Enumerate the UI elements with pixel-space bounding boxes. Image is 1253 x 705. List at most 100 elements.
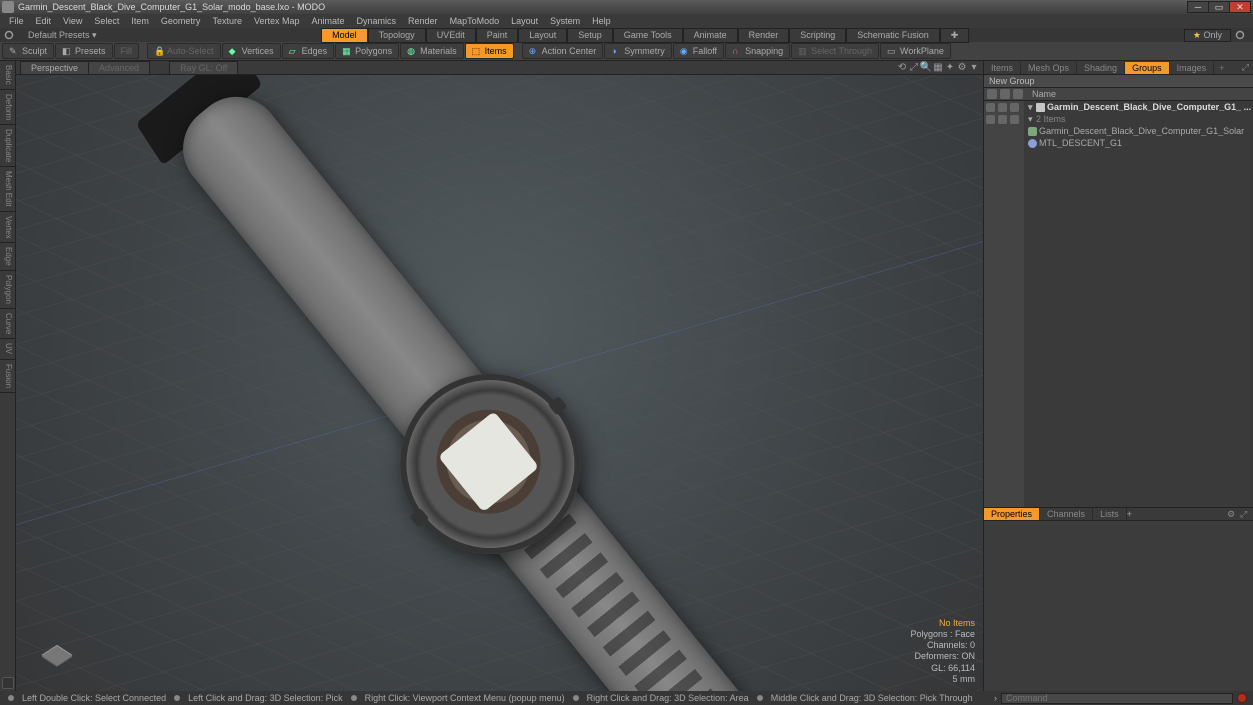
sculpt-button[interactable]: ✎Sculpt [2,43,54,59]
eye-icon[interactable] [986,103,995,112]
vp-icon-1[interactable]: ⟲ [897,63,907,73]
lefttab-uv[interactable]: UV [0,339,15,359]
layout-tab-scripting[interactable]: Scripting [789,28,846,43]
circle-icon[interactable] [1010,103,1019,112]
btab-channels[interactable]: Channels [1040,508,1093,520]
rtab-images[interactable]: Images [1170,62,1215,74]
layout-tab-gametools[interactable]: Game Tools [613,28,683,43]
fill-button[interactable]: Fill [114,43,140,59]
eye-icon[interactable] [986,115,995,124]
layout-tab-uvedit[interactable]: UVEdit [426,28,476,43]
rtab-add[interactable]: + [1214,63,1229,73]
eye-header-icon[interactable] [987,89,997,99]
gear-icon[interactable] [4,30,14,40]
vp-icon-5[interactable]: ✦ [945,63,955,73]
lefttab-basic[interactable]: Basic [0,61,15,90]
rtab-shading[interactable]: Shading [1077,62,1125,74]
only-toggle[interactable]: ★ Only [1184,29,1231,42]
circle-icon[interactable] [1010,115,1019,124]
btab-properties[interactable]: Properties [984,508,1040,520]
axis-gizmo[interactable] [34,633,80,679]
menu-layout[interactable]: Layout [505,16,544,26]
minimize-button[interactable]: ─ [1187,1,1209,13]
layout-tab-animate[interactable]: Animate [683,28,738,43]
tree-row-mesh[interactable]: Garmin_Descent_Black_Dive_Computer_G1_So… [984,125,1253,137]
lock-header-icon[interactable] [1000,89,1010,99]
layout-tab-add[interactable]: ✚ [940,28,970,43]
items-button[interactable]: ⬚Items [465,43,514,59]
vp-icon-4[interactable]: ▦ [933,63,943,73]
menu-geometry[interactable]: Geometry [155,16,207,26]
lefttab-duplicate[interactable]: Duplicate [0,125,15,167]
settings-icon[interactable] [1235,30,1245,40]
btab-lists[interactable]: Lists [1093,508,1127,520]
polygons-button[interactable]: ▦Polygons [335,43,399,59]
menu-item[interactable]: Item [125,16,155,26]
circle-icon[interactable] [998,103,1007,112]
menu-dynamics[interactable]: Dynamics [351,16,403,26]
tree-row-material[interactable]: MTL_DESCENT_G1 [984,137,1253,149]
snapping-button[interactable]: ∩Snapping [725,43,790,59]
lefttab-vertex[interactable]: Vertex [0,212,15,244]
lefttab-extra-icon[interactable] [2,677,14,689]
menu-file[interactable]: File [3,16,30,26]
viewport-3d[interactable]: No Items Polygons : Face Channels: 0 Def… [16,75,983,691]
viewport-tab-perspective[interactable]: Perspective [20,61,89,75]
lefttab-fusion[interactable]: Fusion [0,360,15,393]
vp-icon-3[interactable]: 🔍 [921,63,931,73]
layout-tab-render[interactable]: Render [738,28,790,43]
layout-tab-layout[interactable]: Layout [518,28,567,43]
presets-button[interactable]: ◧Presets [55,43,113,59]
rtab-meshops[interactable]: Mesh Ops [1021,62,1077,74]
menu-help[interactable]: Help [586,16,617,26]
materials-button[interactable]: ◍Materials [400,43,464,59]
expand-small-icon[interactable]: ⤢ [1240,509,1250,519]
new-group-button[interactable]: New Group [984,75,1253,88]
circle-icon[interactable] [998,115,1007,124]
lefttab-meshedit[interactable]: Mesh Edit [0,167,15,212]
rtab-items[interactable]: Items [984,62,1021,74]
presets-dropdown[interactable]: Default Presets ▾ [18,29,107,42]
layout-tab-topology[interactable]: Topology [368,28,426,43]
viewport-tab-raygl[interactable]: Ray GL: Off [169,61,238,75]
lefttab-edge[interactable]: Edge [0,243,15,271]
layout-tab-schematic[interactable]: Schematic Fusion [846,28,940,43]
menu-maptomodo[interactable]: MapToModo [444,16,506,26]
menu-view[interactable]: View [57,16,88,26]
tree-header-name[interactable]: Name [1026,89,1253,99]
maximize-button[interactable]: ▭ [1208,1,1230,13]
viewport-tab-advanced[interactable]: Advanced [88,61,150,75]
lefttab-curve[interactable]: Curve [0,309,15,339]
menu-texture[interactable]: Texture [206,16,248,26]
menu-select[interactable]: Select [88,16,125,26]
tree-row-count[interactable]: ▾2 Items [984,113,1253,125]
scene-tree[interactable]: ▾Garmin_Descent_Black_Dive_Computer_G1_ … [984,101,1253,507]
command-input[interactable] [1001,693,1233,704]
menu-animate[interactable]: Animate [305,16,350,26]
vp-icon-6[interactable]: ⚙ [957,63,967,73]
edges-button[interactable]: ▱Edges [282,43,335,59]
selectthrough-button[interactable]: ▥Select Through [791,43,879,59]
lefttab-deform[interactable]: Deform [0,90,15,125]
autoselect-button[interactable]: 🔒Auto-Select [147,43,221,59]
menu-edit[interactable]: Edit [30,16,58,26]
record-icon[interactable] [1237,693,1247,703]
falloff-button[interactable]: ◉Falloff [673,43,724,59]
menu-vertexmap[interactable]: Vertex Map [248,16,306,26]
lefttab-polygon[interactable]: Polygon [0,271,15,309]
menu-system[interactable]: System [544,16,586,26]
menu-render[interactable]: Render [402,16,444,26]
vertices-button[interactable]: ◆Vertices [222,43,281,59]
rtab-groups[interactable]: Groups [1125,62,1170,74]
close-button[interactable]: ✕ [1229,1,1251,13]
btab-add[interactable]: + [1127,509,1132,519]
rtab-expand-icon[interactable]: ⤢ [1238,62,1253,73]
actioncenter-button[interactable]: ⊕Action Center [522,43,604,59]
select-header-icon[interactable] [1013,89,1023,99]
vp-icon-2[interactable]: ⤢ [909,63,919,73]
layout-tab-paint[interactable]: Paint [476,28,519,43]
gear-small-icon[interactable]: ⚙ [1227,509,1237,519]
vp-icon-7[interactable]: ▾ [969,63,979,73]
layout-tab-setup[interactable]: Setup [567,28,613,43]
symmetry-button[interactable]: ◑Symmetry [604,43,672,59]
